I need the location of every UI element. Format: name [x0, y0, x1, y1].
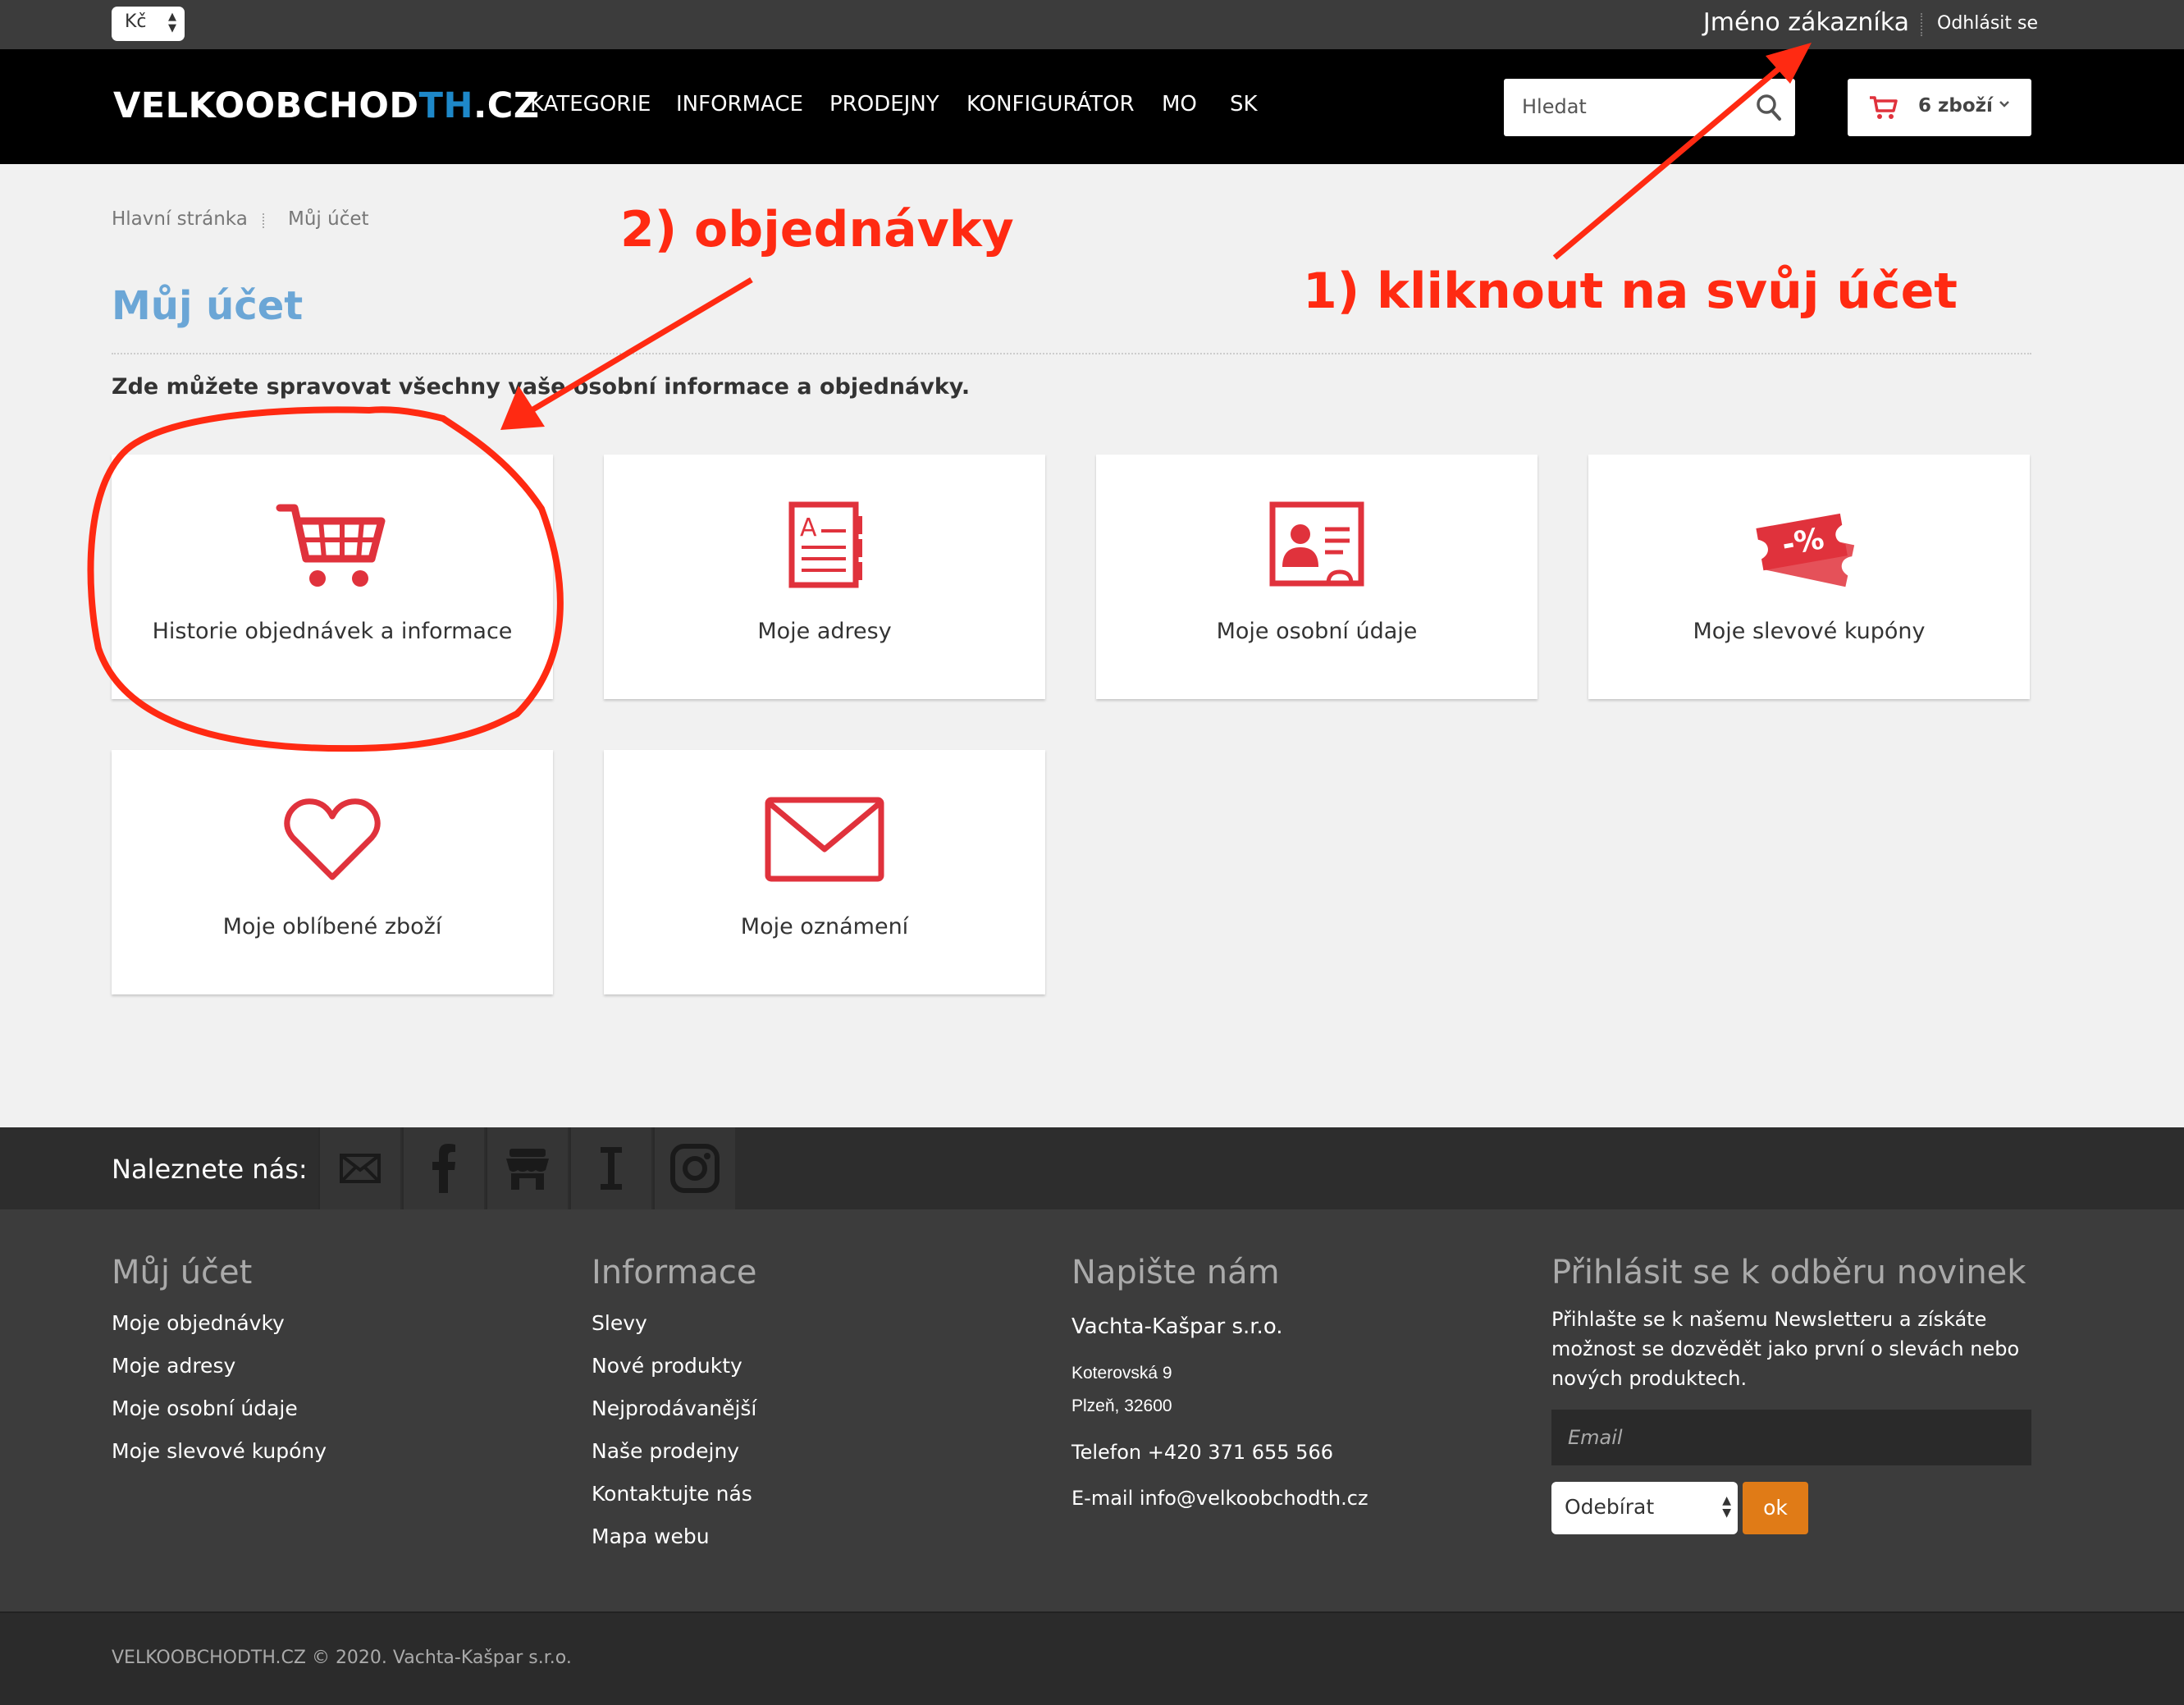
tile-personal-info[interactable]: Moje osobní údaje [1096, 455, 1537, 699]
select-value: Odebírat [1565, 1495, 1655, 1519]
footer: Můj účet Moje objednávky Moje adresy Moj… [0, 1209, 2184, 1611]
address-street: Koterovská 9 [1071, 1364, 1172, 1383]
newsletter-text: Přihlašte se k našemu Newsletteru a získ… [1551, 1308, 2020, 1390]
copyright-bar: VELKOOBCHODTH.CZ © 2020. Vachta-Kašpar s… [0, 1611, 2184, 1705]
social-bar: Naleznete nás: [0, 1127, 2184, 1209]
tile-label: Moje oblíbené zboží [222, 914, 442, 939]
logo-text: VELKOOBCHOD [113, 85, 419, 126]
main-header: VELKOOBCHODTH.CZ KATEGORIE INFORMACE PRO… [0, 49, 2184, 164]
info-icon [601, 1147, 622, 1190]
top-bar: Kč ▲ ▼ Jméno zákazníka Odhlásit se [0, 0, 2184, 49]
tile-discount-coupons[interactable]: -% Moje slevové kupóny [1588, 455, 2030, 699]
nav-sk[interactable]: SK [1230, 92, 1258, 117]
footer-link[interactable]: Moje slevové kupóny [112, 1439, 327, 1463]
info-link[interactable] [569, 1127, 651, 1209]
address-book-icon: A [788, 501, 862, 588]
nav-informace[interactable]: INFORMACE [676, 92, 803, 117]
annotation-step-2: 2) objednávky [620, 201, 1014, 258]
chevron-down-icon [1999, 101, 2009, 107]
footer-heading-info: Informace [592, 1254, 757, 1291]
search-box [1504, 79, 1795, 136]
footer-link[interactable]: Slevy [592, 1311, 647, 1335]
nav-prodejny[interactable]: PRODEJNY [829, 92, 939, 117]
footer-heading-contact: Napište nám [1071, 1254, 1280, 1291]
logout-link[interactable]: Odhlásit se [1937, 13, 2038, 34]
footer-link[interactable]: Naše prodejny [592, 1439, 739, 1463]
tile-label: Moje oznámení [740, 914, 909, 939]
breadcrumb-separator [263, 213, 264, 228]
social-label: Naleznete nás: [112, 1154, 308, 1185]
contact-phone[interactable]: Telefon +420 371 655 566 [1071, 1441, 1333, 1464]
nav-kategorie[interactable]: KATEGORIE [530, 92, 651, 117]
currency-value: Kč [125, 11, 147, 32]
svg-text:A: A [800, 514, 817, 542]
mail-icon [340, 1154, 381, 1183]
cart-icon [1870, 96, 1898, 119]
tile-label: Moje slevové kupóny [1693, 619, 1926, 644]
select-arrows-icon: ▲ ▼ [168, 11, 176, 34]
footer-link[interactable]: Mapa webu [592, 1524, 710, 1548]
svg-text:-%: -% [1780, 522, 1826, 562]
footer-link[interactable]: Nové produkty [592, 1354, 742, 1378]
search-icon[interactable] [1756, 94, 1782, 121]
footer-heading-newsletter: Přihlásit se k odběru novinek [1551, 1254, 2026, 1291]
heart-icon [284, 798, 381, 880]
footer-link[interactable]: Moje osobní údaje [112, 1396, 298, 1420]
footer-link[interactable]: Kontaktujte nás [592, 1482, 752, 1506]
logo-text-accent: TH [418, 85, 473, 126]
tile-order-history[interactable]: Historie objednávek a informace [112, 455, 553, 699]
newsletter-action-select[interactable]: Odebírat ▲ ▼ [1551, 1482, 1738, 1534]
tile-addresses[interactable]: A Moje adresy [604, 455, 1045, 699]
footer-link[interactable]: Nejprodávanější [592, 1396, 756, 1420]
shop-link[interactable] [486, 1127, 568, 1209]
cart-icon [276, 504, 386, 587]
email-placeholder: Email [1568, 1426, 1623, 1449]
site-logo[interactable]: VELKOOBCHODTH.CZ [113, 85, 540, 126]
tile-favorites[interactable]: Moje oblíbené zboží [112, 750, 553, 994]
tile-label: Historie objednávek a informace [152, 619, 513, 644]
tile-notifications[interactable]: Moje oznámení [604, 750, 1045, 994]
page-title: Můj účet [112, 283, 304, 329]
nav-mo[interactable]: MO [1162, 92, 1197, 117]
facebook-link[interactable] [402, 1127, 484, 1209]
mail-link[interactable] [318, 1127, 400, 1209]
tile-label: Moje adresy [757, 619, 892, 644]
envelope-icon [765, 797, 884, 882]
newsletter-ok-button[interactable]: ok [1743, 1482, 1808, 1534]
copyright: VELKOOBCHODTH.CZ © 2020. Vachta-Kašpar s… [112, 1648, 572, 1668]
facebook-icon [432, 1144, 455, 1193]
divider [112, 353, 2031, 354]
breadcrumb-current: Můj účet [288, 208, 369, 230]
cart-count: 6 zboží [1918, 95, 1993, 117]
instagram-link[interactable] [653, 1127, 735, 1209]
annotation-step-1: 1) kliknout na svůj účet [1303, 263, 1958, 320]
currency-select[interactable]: Kč ▲ ▼ [112, 7, 185, 41]
nav-konfigurator[interactable]: KONFIGURÁTOR [966, 92, 1135, 117]
discount-coupon-icon: -% [1756, 513, 1855, 587]
company-name: Vachta-Kašpar s.r.o. [1071, 1314, 1283, 1339]
footer-link[interactable]: Moje adresy [112, 1354, 235, 1378]
page-intro: Zde můžete spravovat všechny vaše osobní… [112, 374, 971, 400]
id-card-icon [1269, 501, 1364, 587]
contact-email[interactable]: E-mail info@velkoobchodth.cz [1071, 1487, 1368, 1510]
footer-link[interactable]: Moje objednávky [112, 1311, 285, 1335]
newsletter-email-field[interactable]: Email [1551, 1410, 2031, 1465]
search-input[interactable] [1522, 95, 1752, 118]
footer-heading-account[interactable]: Můj účet [112, 1254, 252, 1291]
account-link[interactable]: Jméno zákazníka [1703, 8, 1909, 37]
shop-icon [506, 1149, 549, 1190]
annotation-arrow [500, 277, 753, 430]
instagram-icon [670, 1144, 720, 1193]
select-arrows-icon: ▲ ▼ [1722, 1494, 1731, 1520]
breadcrumb-home[interactable]: Hlavní stránka [112, 208, 248, 230]
address-city: Plzeň, 32600 [1071, 1396, 1172, 1415]
cart-button[interactable]: 6 zboží [1848, 79, 2031, 136]
divider [1921, 13, 1922, 36]
tile-label: Moje osobní údaje [1216, 619, 1418, 644]
